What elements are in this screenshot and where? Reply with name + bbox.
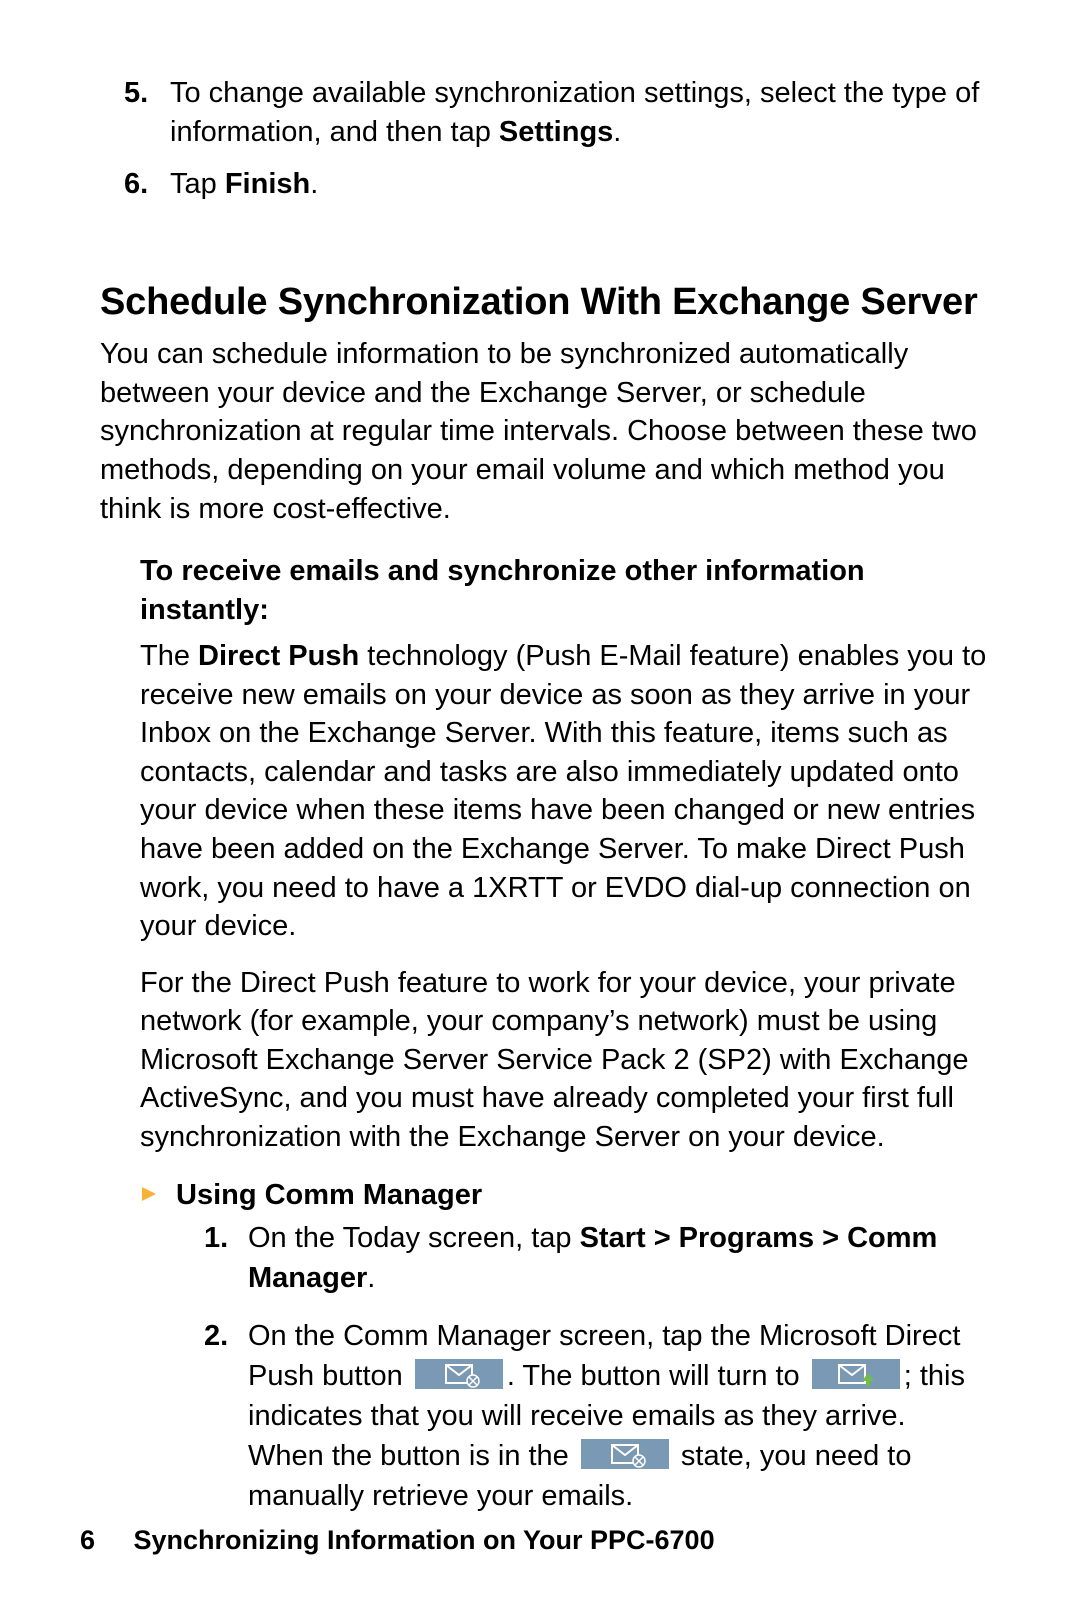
page-footer: 6 Synchronizing Information on Your PPC-… [80,1525,715,1556]
paragraph: For the Direct Push feature to work for … [140,964,988,1157]
document-page: 5. To change available synchronization s… [0,0,1080,1614]
text-bold: Settings [499,116,613,148]
paragraph: The Direct Push technology (Push E-Mail … [140,637,988,946]
text-run: On the Today screen, tap [248,1222,580,1254]
direct-push-disabled-icon [415,1359,503,1389]
text-bold: Finish [225,168,310,200]
text-run: Tap [170,168,225,200]
bullet-heading-row: Using Comm Manager [140,1179,988,1212]
sub-heading: To receive emails and synchronize other … [140,552,988,629]
direct-push-disabled-icon [581,1439,669,1469]
bullet-heading-label: Using Comm Manager [176,1179,482,1212]
section-heading: Schedule Synchronization With Exchange S… [100,280,988,326]
text-run: technology (Push E-Mail feature) enables… [140,640,986,942]
item-number: 6. [124,165,148,204]
text-run: The [140,640,198,672]
list-item: 2. On the Comm Manager screen, tap the M… [248,1316,988,1516]
top-numbered-list: 5. To change available synchronization s… [100,74,988,204]
page-number: 6 [80,1525,126,1556]
text-run: . [310,168,318,200]
list-item: 5. To change available synchronization s… [170,74,988,151]
item-number: 1. [204,1218,228,1258]
list-item: 6. Tap Finish. [170,165,988,204]
text-run: . The button will turn to [507,1360,808,1392]
text-run: . [613,116,621,148]
footer-title: Synchronizing Information on Your PPC-67… [134,1525,715,1555]
item-number: 2. [204,1316,228,1356]
item-number: 5. [124,74,148,113]
paragraph: You can schedule information to be synch… [100,335,988,528]
text-run: . [367,1262,375,1294]
direct-push-enabled-icon [812,1359,900,1389]
list-item: 1. On the Today screen, tap Start > Prog… [248,1218,988,1298]
text-bold: Direct Push [198,640,359,672]
triangle-right-icon [140,1179,158,1203]
inner-numbered-list: 1. On the Today screen, tap Start > Prog… [100,1218,988,1516]
